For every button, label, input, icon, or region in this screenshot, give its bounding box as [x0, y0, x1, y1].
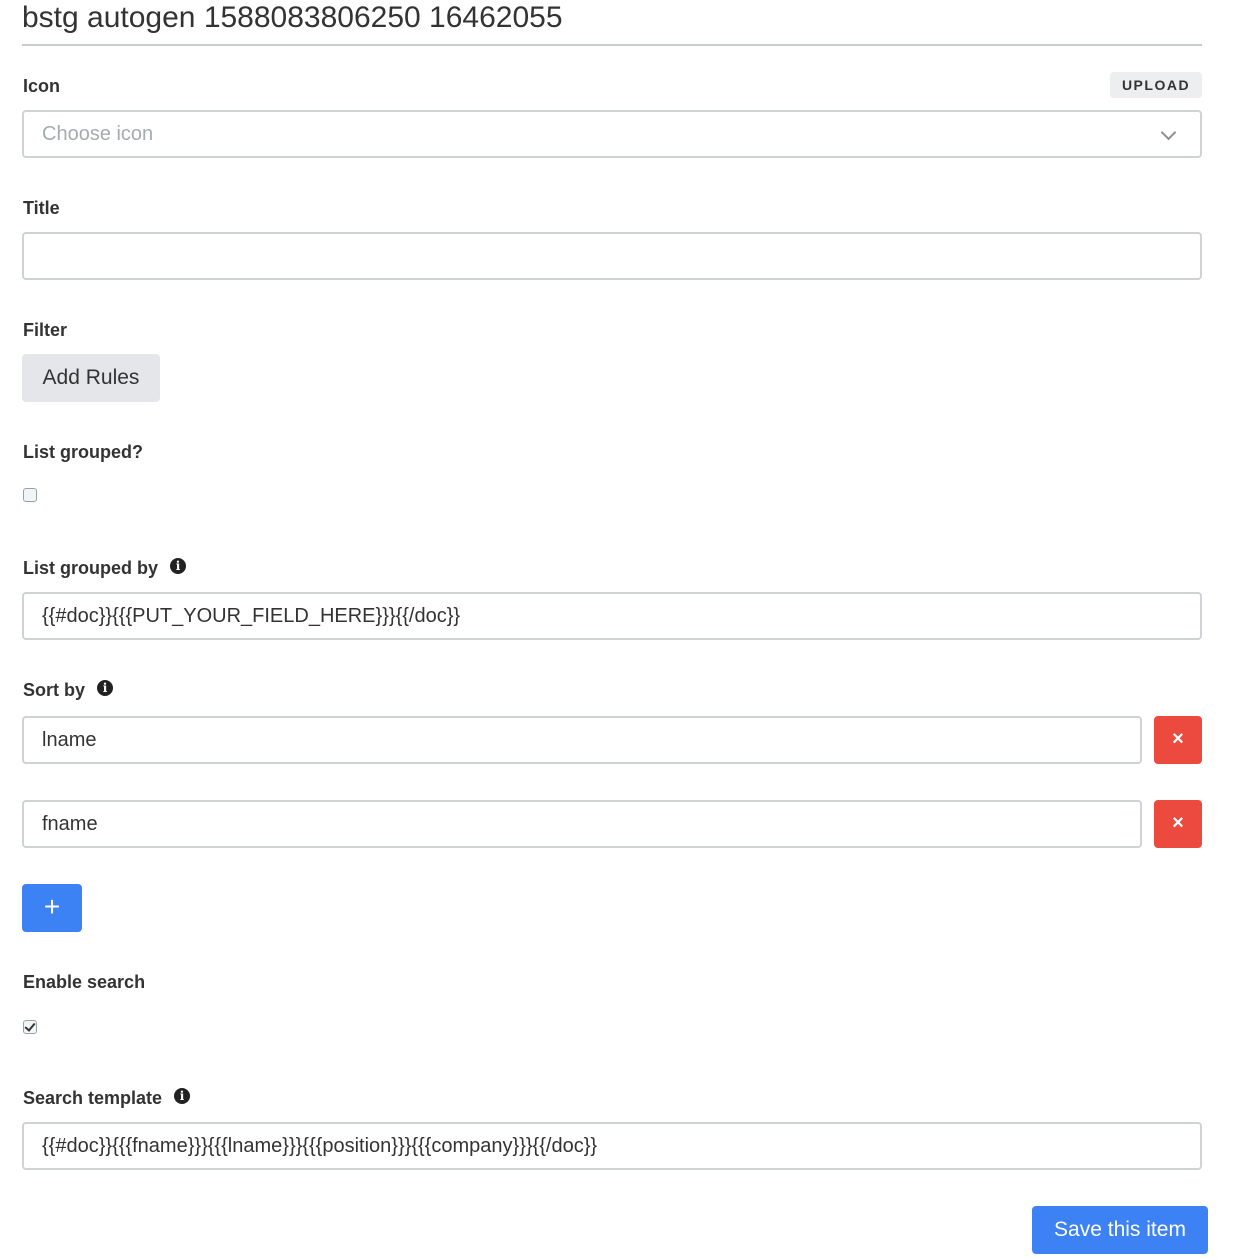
search-template-input[interactable]: {{#doc}}{{{fname}}}{{{lname}}}{{{positio…: [22, 1122, 1202, 1170]
add-rules-button[interactable]: Add Rules: [22, 354, 160, 402]
chevron-down-icon: [1160, 124, 1177, 141]
enable-search-label: Enable search: [23, 972, 146, 992]
list-grouped-by-label: List grouped by: [23, 558, 158, 578]
info-circle-icon[interactable]: i: [170, 558, 186, 574]
remove-sort-button[interactable]: ×: [1154, 716, 1202, 764]
title-label: Title: [23, 198, 60, 218]
filter-label: Filter: [23, 320, 68, 340]
sort-field-input[interactable]: fname: [22, 800, 1142, 848]
search-template-label: Search template: [23, 1088, 163, 1108]
info-circle-icon[interactable]: i: [174, 1088, 191, 1104]
sort-by-label-row: Sort by i: [23, 679, 114, 701]
choose-icon-placeholder: Choose icon: [42, 123, 154, 145]
save-button[interactable]: Save this item: [1032, 1206, 1208, 1254]
upload-button[interactable]: UPLOAD: [1110, 72, 1202, 98]
add-sort-button[interactable]: +: [22, 884, 82, 932]
choose-icon-select[interactable]: Choose icon: [22, 110, 1202, 158]
info-circle-icon[interactable]: i: [97, 680, 114, 696]
page-title: bstg autogen 1588083806250 16462055: [22, 0, 1202, 46]
close-icon: ×: [1172, 728, 1184, 750]
search-template-label-row: Search template i: [23, 1087, 191, 1109]
remove-sort-button[interactable]: ×: [1154, 800, 1202, 848]
close-icon: ×: [1172, 812, 1184, 834]
list-grouped-by-input[interactable]: {{#doc}}{{{PUT_YOUR_FIELD_HERE}}}{{/doc}…: [22, 592, 1202, 640]
list-grouped-label: List grouped?: [23, 442, 143, 462]
title-input[interactable]: [22, 232, 1202, 280]
sort-field-input[interactable]: lname: [22, 716, 1142, 764]
list-grouped-checkbox[interactable]: [23, 488, 37, 502]
plus-icon: +: [43, 891, 61, 922]
enable-search-checkbox[interactable]: [23, 1020, 37, 1034]
sort-by-label: Sort by: [23, 680, 86, 700]
icon-label: Icon: [23, 76, 61, 96]
list-grouped-by-label-row: List grouped by i: [23, 557, 186, 579]
